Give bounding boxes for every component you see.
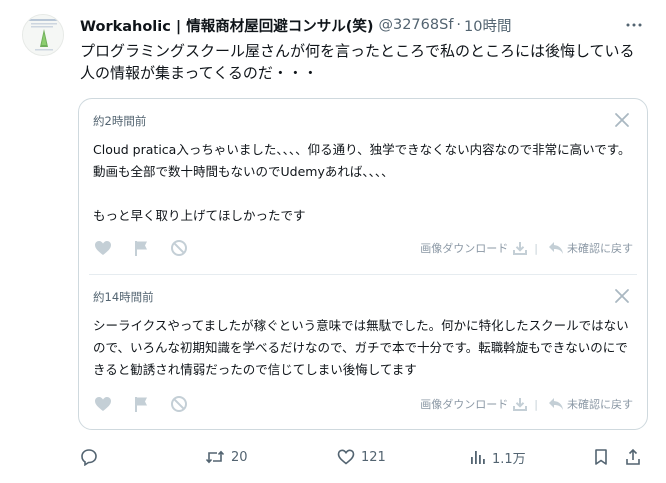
mark-unconfirmed-button[interactable]: 未確認に戻す — [544, 396, 633, 412]
views-chart-icon — [471, 451, 485, 464]
review-line — [93, 183, 633, 205]
tweet-text: プログラミングスクール屋さんが何を言ったところで私のところには後悔している人の情… — [80, 42, 635, 82]
retweet-button[interactable]: 20 — [205, 444, 248, 470]
review-right-actions: 画像ダウンロード | 未確認に戻す — [420, 396, 633, 412]
bookmark-icon — [595, 449, 607, 465]
download-image-label: 画像ダウンロード — [420, 398, 509, 411]
tweet: Workaholic | 情報商材屋回避コンサル(笑) @32768Sf · 1… — [0, 0, 666, 483]
reply-back-icon — [549, 242, 563, 254]
action-separator: | — [534, 397, 538, 411]
reply-button[interactable] — [80, 444, 104, 470]
review-item: 約14時間前 シーライクスやってましたが稼ぐという意味では無駄でした。何かに特化… — [79, 275, 647, 431]
flag-icon[interactable] — [131, 394, 151, 414]
review-line: もっと早く取り上げてほしかったです — [93, 208, 306, 223]
retweet-icon — [205, 450, 225, 464]
review-right-actions: 画像ダウンロード | 未確認に戻す — [420, 240, 633, 256]
share-button[interactable] — [624, 444, 642, 470]
retweet-count: 20 — [231, 449, 248, 465]
download-icon — [513, 242, 528, 255]
heart-icon[interactable] — [93, 238, 113, 258]
views-count: 1.1万 — [492, 451, 526, 467]
close-icon[interactable] — [611, 109, 633, 131]
bookmark-button[interactable] — [592, 444, 610, 470]
review-time: 約2時間前 — [93, 114, 147, 128]
author-handle[interactable]: @32768Sf — [378, 17, 453, 33]
mark-unconfirmed-button[interactable]: 未確認に戻す — [544, 240, 633, 256]
block-icon[interactable] — [169, 394, 189, 414]
views-button[interactable]: 1.1万 — [468, 444, 526, 470]
review-line: シーライクスやってましたが稼ぐという意味では無駄でした。何かに特化したスクールで… — [93, 318, 629, 377]
share-icon — [626, 448, 640, 465]
download-image-label: 画像ダウンロード — [420, 242, 509, 255]
avatar[interactable] — [22, 14, 64, 56]
block-icon[interactable] — [169, 238, 189, 258]
header-separator: · — [456, 17, 462, 33]
review-text: シーライクスやってましたが稼ぐという意味では無駄でした。何かに特化したスクールで… — [93, 315, 633, 381]
download-image-button[interactable]: 画像ダウンロード — [420, 240, 528, 256]
tweet-actions: 20 121 1.1万 — [80, 444, 640, 470]
like-button[interactable]: 121 — [337, 444, 386, 470]
mark-unconfirmed-label: 未確認に戻す — [567, 398, 633, 411]
quoted-card: 約2時間前 Cloud pratica入っちゃいました、、、、仰る通り、独学でき… — [78, 98, 648, 430]
tweet-time[interactable]: 10時間 — [464, 15, 511, 36]
more-icon[interactable] — [622, 14, 646, 36]
review-actions: 画像ダウンロード | 未確認に戻す — [93, 237, 633, 259]
author-name[interactable]: Workaholic | 情報商材屋回避コンサル(笑) — [80, 15, 373, 36]
flag-icon[interactable] — [131, 238, 151, 258]
review-text: Cloud pratica入っちゃいました、、、、仰る通り、独学できなくない内容… — [93, 139, 633, 227]
review-item: 約2時間前 Cloud pratica入っちゃいました、、、、仰る通り、独学でき… — [79, 99, 647, 273]
download-image-button[interactable]: 画像ダウンロード — [420, 396, 528, 412]
action-separator: | — [534, 241, 538, 255]
reply-icon — [81, 449, 97, 466]
review-actions: 画像ダウンロード | 未確認に戻す — [93, 393, 633, 415]
review-time: 約14時間前 — [93, 290, 154, 304]
reply-back-icon — [549, 398, 563, 410]
review-line: Cloud pratica入っちゃいました、、、、仰る通り、独学できなくない内容… — [93, 142, 631, 179]
heart-icon[interactable] — [93, 394, 113, 414]
close-icon[interactable] — [611, 285, 633, 307]
download-icon — [513, 398, 528, 411]
tweet-header: Workaholic | 情報商材屋回避コンサル(笑) @32768Sf · 1… — [80, 14, 652, 36]
heart-outline-icon — [337, 449, 355, 465]
like-count: 121 — [361, 449, 386, 465]
mark-unconfirmed-label: 未確認に戻す — [567, 242, 633, 255]
